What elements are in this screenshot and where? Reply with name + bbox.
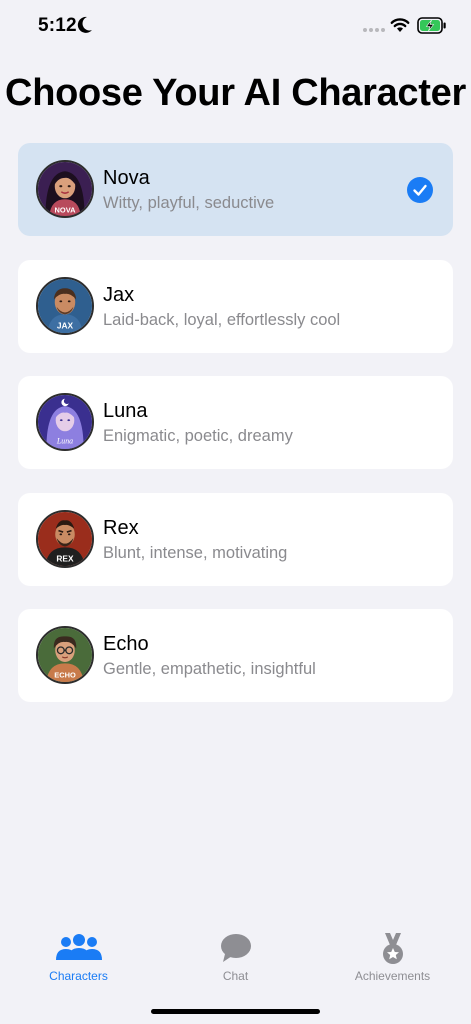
status-bar: 5:12 [0, 0, 471, 54]
checkmark-icon [407, 177, 433, 203]
battery-charging-icon [417, 17, 446, 34]
wifi-icon [390, 18, 410, 32]
cellular-signal-icon [363, 28, 385, 32]
character-name: Jax [103, 283, 135, 306]
svg-text:Luna: Luna [56, 436, 73, 445]
svg-text:NOVA: NOVA [55, 205, 77, 214]
character-list: NOVA Nova Witty, playful, seductive JAX … [18, 143, 453, 726]
character-name: Luna [103, 400, 148, 422]
character-description: Witty, playful, seductive [103, 194, 275, 212]
svg-text:JAX: JAX [57, 320, 74, 330]
avatar-jax: JAX [36, 276, 94, 335]
avatar-luna: Luna [36, 393, 94, 451]
character-name: Echo [103, 633, 149, 655]
svg-text:REX: REX [56, 553, 74, 563]
tab-achievements[interactable]: Achievements [314, 925, 471, 995]
status-time: 5:12 [38, 15, 77, 36]
page-title: Choose Your AI Character [5, 72, 466, 114]
chat-bubble-icon [220, 934, 251, 962]
avatar-nova: NOVA [36, 160, 94, 218]
home-indicator [151, 1009, 320, 1014]
character-card-jax[interactable]: JAX Jax Laid-back, loyal, effortlessly c… [18, 259, 453, 353]
tab-characters[interactable]: Characters [0, 925, 157, 995]
svg-text:ECHO: ECHO [54, 670, 76, 679]
tab-label: Achievements [354, 969, 431, 983]
avatar-echo: ECHO [36, 626, 94, 684]
character-name: Nova [103, 167, 150, 189]
character-card-nova[interactable]: NOVA Nova Witty, playful, seductive [18, 143, 453, 236]
character-card-luna[interactable]: Luna Luna Enigmatic, poetic, dreamy [18, 376, 453, 469]
moon-icon [77, 16, 92, 33]
people-icon [55, 934, 102, 960]
tab-label: Characters [49, 969, 108, 983]
character-description: Gentle, empathetic, insightful [103, 660, 316, 678]
tab-chat[interactable]: Chat [157, 925, 314, 995]
character-description: Laid-back, loyal, effortlessly cool [103, 310, 341, 329]
character-card-rex[interactable]: REX Rex Blunt, intense, motivating [18, 492, 453, 586]
tab-label: Chat [222, 969, 249, 983]
character-name: Rex [103, 516, 139, 539]
medal-icon [382, 933, 403, 964]
character-card-echo[interactable]: ECHO Echo Gentle, empathetic, insightful [18, 609, 453, 702]
character-description: Blunt, intense, motivating [103, 543, 288, 562]
character-description: Enigmatic, poetic, dreamy [103, 427, 293, 445]
avatar-rex: REX [36, 509, 94, 568]
